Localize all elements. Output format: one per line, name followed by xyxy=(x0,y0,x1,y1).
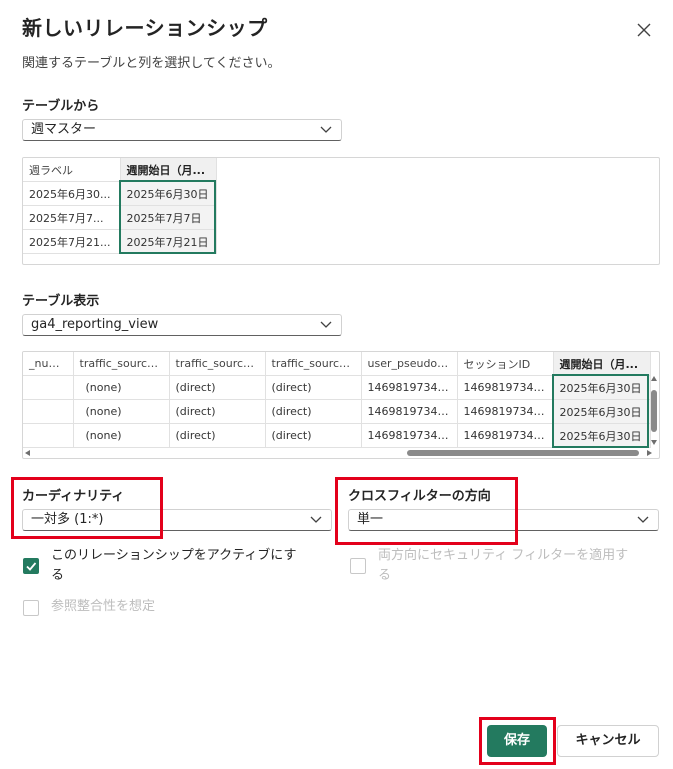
table-cell: 2025年7月7日 xyxy=(120,205,217,230)
table-cell: 2025年6月30... xyxy=(23,181,121,206)
table-row: (none) (direct) (direct) 1469819734.1...… xyxy=(23,399,651,424)
dialog-title: 新しいリレーションシップ xyxy=(22,16,268,40)
referential-integrity-label: 参照整合性を想定 xyxy=(51,599,156,614)
active-relationship-label-line1: このリレーションシップをアクティブにす xyxy=(51,548,297,563)
from-table-preview: 週ラベル 週開始日（月... 2025年6月30... 2025年6月30日 2… xyxy=(22,157,660,265)
column-header[interactable]: _num... xyxy=(23,352,74,376)
cross-filter-label: クロスフィルターの方向 xyxy=(348,489,491,504)
horizontal-scroll-thumb[interactable] xyxy=(407,450,639,456)
from-table-label: テーブルから xyxy=(22,99,100,114)
column-header[interactable]: traffic_source... xyxy=(169,352,266,376)
vertical-scroll-thumb[interactable] xyxy=(651,390,657,432)
checkmark-icon xyxy=(26,562,37,571)
scroll-left-icon[interactable] xyxy=(25,450,30,456)
table-cell: (direct) xyxy=(265,375,362,400)
chevron-down-icon xyxy=(320,321,332,328)
table-cell: (direct) xyxy=(169,375,266,400)
vertical-scrollbar[interactable] xyxy=(650,376,658,446)
table-cell: 2025年7月21日 xyxy=(120,229,217,254)
table-cell: (direct) xyxy=(169,399,266,424)
chevron-down-icon xyxy=(310,516,322,523)
table-cell: 1469819734.1... xyxy=(361,375,458,400)
cross-filter-dropdown[interactable]: 単一 xyxy=(348,509,659,531)
table-cell: 1469819734.1... xyxy=(361,423,458,448)
table-cell: (none) xyxy=(73,375,170,400)
active-relationship-label: このリレーションシップをアクティブにす る xyxy=(51,546,296,586)
column-header[interactable]: セッションID xyxy=(457,352,554,376)
active-relationship-label-line2: る xyxy=(51,568,65,583)
table-cell: 2025年7月7... xyxy=(23,205,121,230)
column-header-selected[interactable]: 週開始日（月... xyxy=(120,158,217,182)
column-header[interactable]: traffic_source... xyxy=(73,352,170,376)
table-cell: 1469819734.1... xyxy=(457,399,554,424)
table-cell: (none) xyxy=(73,423,170,448)
table-row: (none) (direct) (direct) 1469819734.1...… xyxy=(23,375,651,400)
column-header[interactable]: 週ラベル xyxy=(23,158,121,182)
close-icon[interactable] xyxy=(634,20,654,40)
security-filter-label-line2: る xyxy=(378,568,392,583)
to-table-dropdown[interactable]: ga4_reporting_view xyxy=(22,314,342,336)
cardinality-dropdown[interactable]: 一対多 (1:*) xyxy=(22,509,332,531)
table-cell: (direct) xyxy=(265,423,362,448)
column-header[interactable]: user_pseudo_id xyxy=(361,352,458,376)
column-header-selected[interactable]: 週開始日（月... xyxy=(553,352,651,376)
from-table-selected: 週マスター xyxy=(31,122,97,137)
table-cell: 2025年6月30日 xyxy=(553,375,651,400)
to-table-label: テーブル表示 xyxy=(22,294,100,309)
table-cell: 2025年6月30日 xyxy=(553,423,651,448)
security-filter-label-line1: 両方向にセキュリティ フィルターを適用す xyxy=(378,548,629,563)
to-table-preview: _num... traffic_source... traffic_source… xyxy=(22,351,660,459)
table-cell xyxy=(23,399,74,424)
table-cell: 1469819734.1... xyxy=(457,423,554,448)
cardinality-selected: 一対多 (1:*) xyxy=(31,512,104,527)
scroll-up-icon[interactable] xyxy=(651,376,657,381)
horizontal-scrollbar[interactable] xyxy=(23,449,657,457)
to-table-selected: ga4_reporting_view xyxy=(31,317,159,332)
table-cell: 1469819734.1... xyxy=(457,375,554,400)
cardinality-label: カーディナリティ xyxy=(22,489,125,504)
cross-filter-selected: 単一 xyxy=(357,512,384,527)
table-cell: (direct) xyxy=(265,399,362,424)
table-cell: 1469819734.1... xyxy=(361,399,458,424)
from-table-dropdown[interactable]: 週マスター xyxy=(22,119,342,141)
security-filter-label: 両方向にセキュリティ フィルターを適用す る xyxy=(378,546,628,586)
dialog-subtitle: 関連するテーブルと列を選択してください。 xyxy=(22,56,281,71)
save-button[interactable]: 保存 xyxy=(487,725,547,757)
active-relationship-checkbox[interactable] xyxy=(23,558,39,574)
scroll-right-icon[interactable] xyxy=(647,450,652,456)
table-cell: (direct) xyxy=(169,423,266,448)
table-cell: 2025年6月30日 xyxy=(553,399,651,424)
table-cell xyxy=(23,423,74,448)
table-row: (none) (direct) (direct) 1469819734.1...… xyxy=(23,423,651,448)
table-cell xyxy=(23,375,74,400)
table-cell: (none) xyxy=(73,399,170,424)
table-row: 2025年6月30... 2025年6月30日 xyxy=(23,181,217,206)
table-row: 2025年7月21... 2025年7月21日 xyxy=(23,229,217,254)
referential-integrity-checkbox[interactable] xyxy=(23,600,39,616)
cancel-button[interactable]: キャンセル xyxy=(557,725,659,757)
table-cell: 2025年6月30日 xyxy=(120,181,217,206)
chevron-down-icon xyxy=(320,126,332,133)
security-filter-checkbox[interactable] xyxy=(350,558,366,574)
column-header[interactable]: traffic_source... xyxy=(265,352,362,376)
table-cell: 2025年7月21... xyxy=(23,229,121,254)
chevron-down-icon xyxy=(637,516,649,523)
table-row: 2025年7月7... 2025年7月7日 xyxy=(23,205,217,230)
scroll-down-icon[interactable] xyxy=(651,440,657,445)
